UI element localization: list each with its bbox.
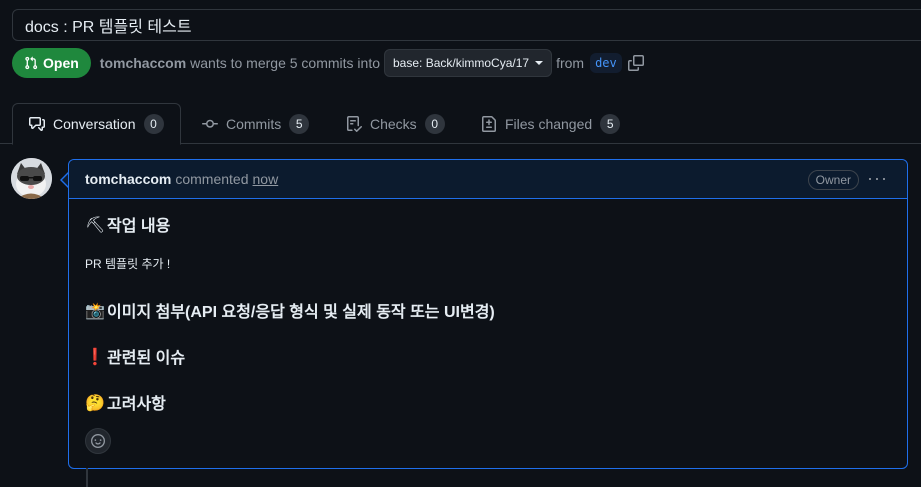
pr-state-label: Open: [43, 55, 79, 71]
from-text: from: [556, 55, 585, 71]
copy-icon[interactable]: [627, 55, 644, 71]
pr-author-link[interactable]: tomchaccom: [100, 55, 186, 71]
tab-checks-label: Checks: [370, 115, 417, 132]
section-heading-work: ⛏ 작업 내용: [85, 212, 170, 236]
comment-action: commented: [175, 171, 249, 187]
tab-commits[interactable]: Commits 5: [186, 103, 325, 144]
tab-files-changed[interactable]: Files changed 5: [465, 103, 636, 144]
checklist-icon: [347, 115, 362, 132]
comment-header: tomchaccom commented now Owner ···: [69, 160, 907, 199]
base-branch-selector[interactable]: base: Back/kimmoCya/17: [384, 49, 553, 77]
pr-title-input[interactable]: docs : PR 템플릿 테스트: [12, 9, 921, 41]
tab-checks[interactable]: Checks 0: [330, 103, 461, 144]
add-reaction-button[interactable]: [85, 428, 111, 454]
pr-tabs: Conversation 0 Commits 5 Checks 0 Files …: [0, 103, 921, 145]
camera-flash-icon: 📸: [85, 300, 105, 320]
section-heading-issue-text: 관련된 이슈: [107, 350, 186, 367]
owner-badge: Owner: [807, 170, 859, 190]
base-branch-label: base: Back/kimmoCya/17: [393, 56, 530, 70]
thinking-face-icon: 🤔: [85, 392, 105, 412]
tab-commits-counter: 5: [289, 113, 310, 134]
tab-files-changed-label: Files changed: [505, 115, 593, 132]
cat-avatar-image: [11, 158, 52, 199]
tab-conversation-counter: 0: [143, 114, 164, 134]
tab-conversation-label: Conversation: [53, 116, 136, 132]
tab-checks-counter: 0: [424, 113, 445, 134]
timeline-line: [86, 468, 88, 487]
comment-timestamp[interactable]: now: [253, 171, 279, 187]
pick-icon: ⛏: [85, 214, 106, 234]
pr-meta-row: Open tomchaccom wants to merge 5 commits…: [12, 48, 644, 78]
comment-author-link[interactable]: tomchaccom: [85, 171, 171, 187]
section-heading-considerations: 🤔 고려사항: [85, 390, 166, 414]
section-heading-image: 📸 이미지 첨부(API 요청/응답 형식 및 실제 동작 또는 UI변경): [85, 298, 495, 322]
pr-state-badge: Open: [12, 48, 91, 78]
tab-files-changed-counter: 5: [600, 113, 621, 134]
git-pull-request-icon: [25, 56, 38, 70]
section-heading-issue: ❗ 관련된 이슈: [85, 344, 185, 368]
comment-box: tomchaccom commented now Owner ··· ⛏ 작업 …: [68, 159, 908, 469]
file-diff-icon: [482, 115, 496, 132]
git-commit-icon: [202, 119, 218, 128]
section-heading-image-text: 이미지 첨부(API 요청/응답 형식 및 실제 동작 또는 UI변경): [107, 304, 495, 321]
tab-commits-label: Commits: [226, 115, 282, 132]
section-heading-considerations-text: 고려사항: [107, 396, 166, 413]
kebab-horizontal-icon[interactable]: ···: [867, 168, 888, 189]
exclamation-icon: ❗: [85, 346, 105, 366]
section-heading-work-text: 작업 내용: [107, 218, 171, 235]
section-paragraph: PR 템플릿 추가 !: [85, 257, 171, 271]
pr-title-text: docs : PR 템플릿 테스트: [25, 19, 192, 36]
head-branch-link[interactable]: dev: [590, 53, 622, 73]
smiley-icon: [91, 434, 105, 448]
caret-down-icon: [535, 61, 544, 65]
tab-conversation[interactable]: Conversation 0: [12, 103, 181, 145]
merge-text: wants to merge 5 commits into: [190, 55, 380, 71]
avatar[interactable]: [11, 158, 52, 199]
comment-discussion-icon: [29, 117, 45, 131]
